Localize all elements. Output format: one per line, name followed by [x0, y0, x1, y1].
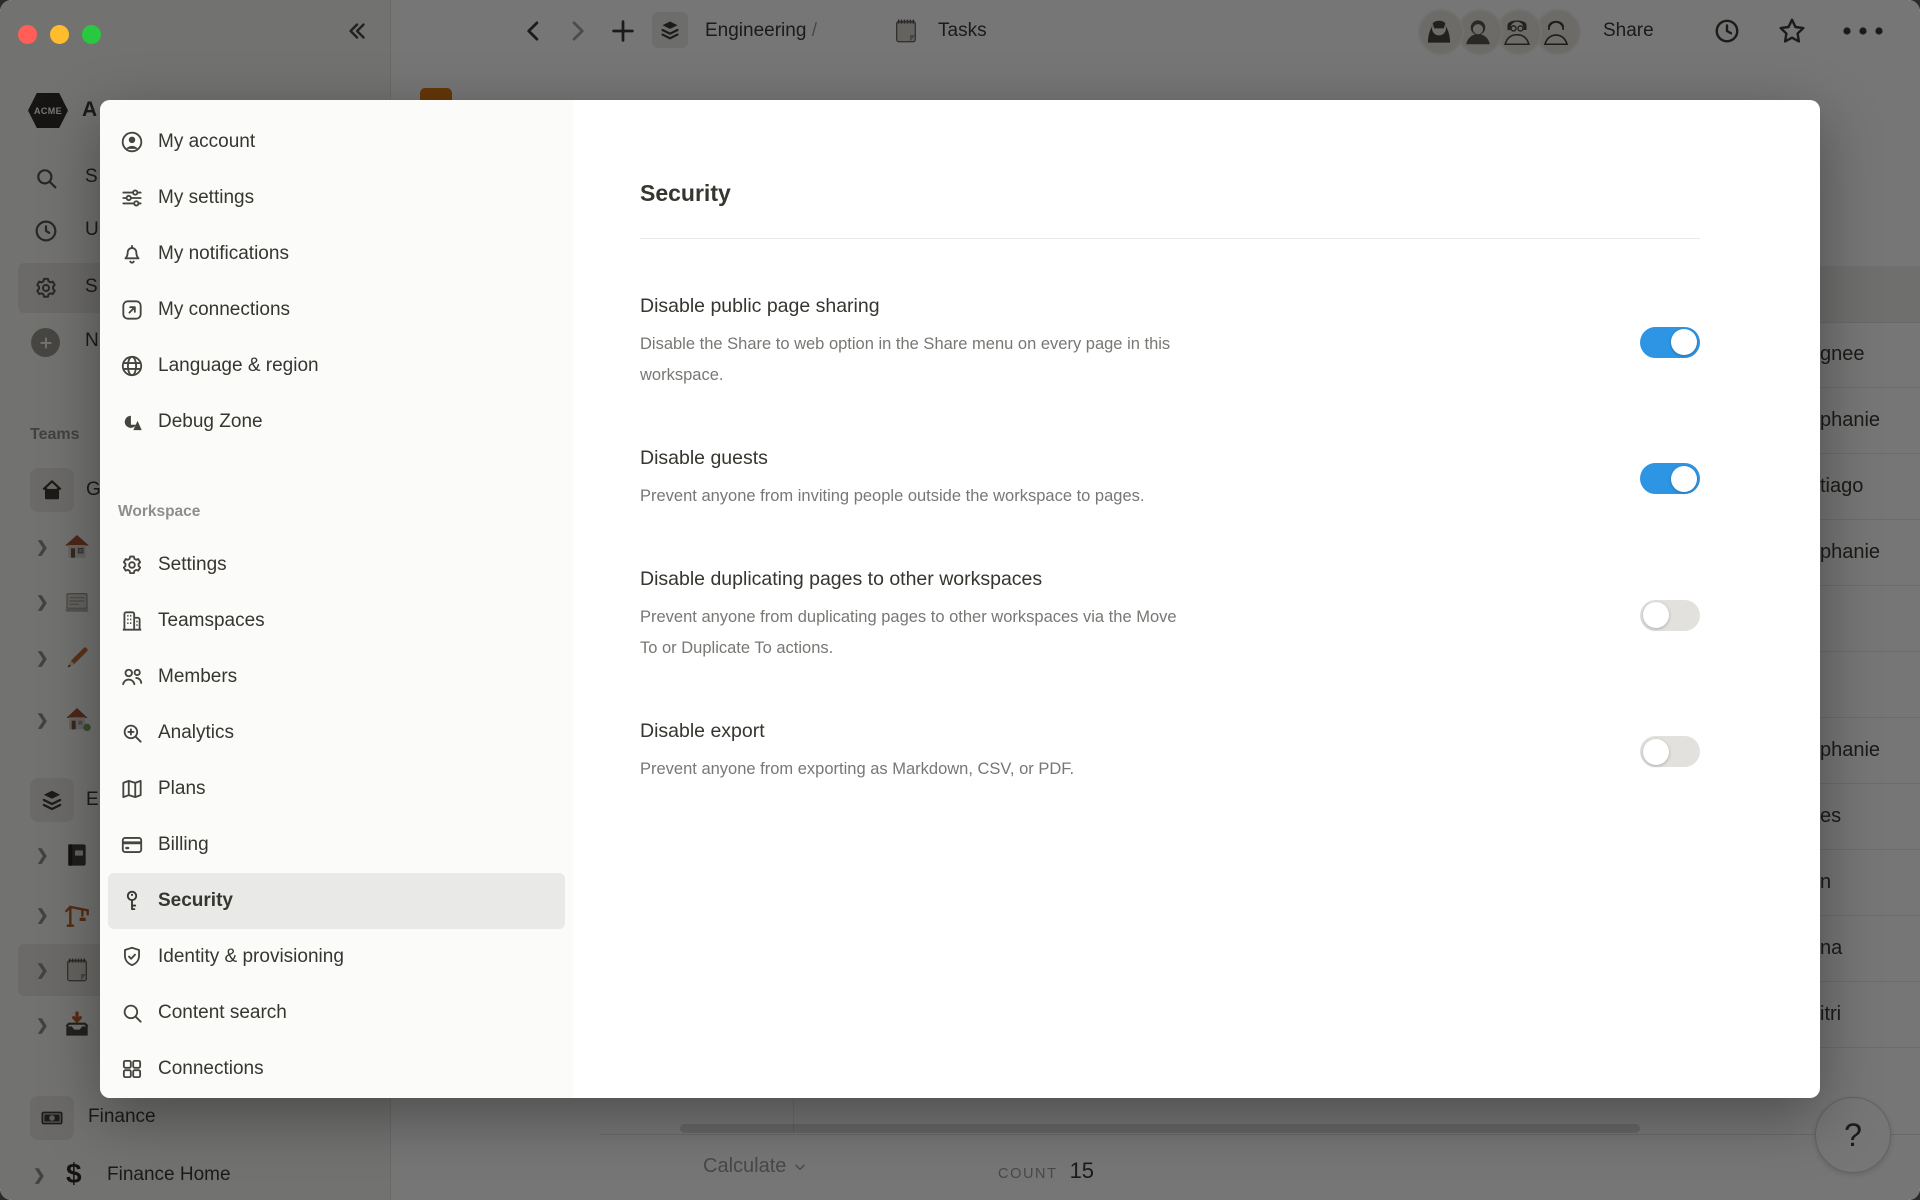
globe-icon: [118, 352, 146, 380]
setting-title: Disable public page sharing: [640, 293, 1200, 319]
notion-window: Engineering / Tasks Share ACME: [0, 0, 1920, 1200]
sidebar-item-analytics[interactable]: Analytics: [108, 705, 565, 761]
toggle-disable-duplicating[interactable]: [1640, 600, 1700, 631]
building-icon: [118, 607, 146, 635]
window-controls: [18, 25, 101, 44]
toggle-disable-guests[interactable]: [1640, 463, 1700, 494]
close-window-icon[interactable]: [18, 25, 37, 44]
zoom-window-icon[interactable]: [82, 25, 101, 44]
people-icon: [118, 663, 146, 691]
settings-modal: My account My settings My notifications …: [100, 100, 1820, 1098]
sidebar-item-teamspaces[interactable]: Teamspaces: [108, 593, 565, 649]
sidebar-item-members[interactable]: Members: [108, 649, 565, 705]
search-icon: [118, 999, 146, 1027]
setting-description: Prevent anyone from exporting as Markdow…: [640, 754, 1185, 785]
toggle-knob: [1671, 466, 1697, 492]
page-title: Security: [640, 180, 1700, 207]
setting-row-disable-guests: Disable guests Prevent anyone from invit…: [640, 445, 1700, 512]
shield-check-icon: [118, 943, 146, 971]
divider: [640, 238, 1700, 239]
setting-row-disable-duplicating: Disable duplicating pages to other works…: [640, 566, 1700, 664]
workspace-section-header: Workspace: [118, 498, 573, 526]
setting-description: Prevent anyone from inviting people outs…: [640, 481, 1185, 512]
toggle-knob: [1671, 329, 1697, 355]
sidebar-item-debug-zone[interactable]: Debug Zone: [108, 394, 565, 450]
sidebar-item-my-settings[interactable]: My settings: [108, 170, 565, 226]
sidebar-item-my-notifications[interactable]: My notifications: [108, 226, 565, 282]
shapes-icon: [118, 408, 146, 436]
grid-icon: [118, 1055, 146, 1083]
toggle-knob: [1643, 602, 1669, 628]
sidebar-item-settings[interactable]: Settings: [108, 537, 565, 593]
sidebar-item-security[interactable]: Security: [108, 873, 565, 929]
sidebar-item-my-account[interactable]: My account: [108, 114, 565, 170]
sidebar-item-plans[interactable]: Plans: [108, 761, 565, 817]
arrow-up-right-icon: [118, 296, 146, 324]
settings-modal-sidebar: My account My settings My notifications …: [100, 100, 573, 1098]
sidebar-item-identity-provisioning[interactable]: Identity & provisioning: [108, 929, 565, 985]
setting-title: Disable export: [640, 718, 1200, 744]
sidebar-item-my-connections[interactable]: My connections: [108, 282, 565, 338]
gear-icon: [118, 551, 146, 579]
key-icon: [118, 887, 146, 915]
toggle-disable-public-sharing[interactable]: [1640, 327, 1700, 358]
sidebar-item-language-region[interactable]: Language & region: [108, 338, 565, 394]
setting-description: Disable the Share to web option in the S…: [640, 329, 1185, 391]
setting-description: Prevent anyone from duplicating pages to…: [640, 602, 1185, 664]
setting-title: Disable duplicating pages to other works…: [640, 566, 1200, 592]
settings-modal-content: Security Disable public page sharing Dis…: [573, 100, 1820, 1098]
magnifier-sparkle-icon: [118, 719, 146, 747]
sliders-icon: [118, 184, 146, 212]
setting-title: Disable guests: [640, 445, 1200, 471]
map-icon: [118, 775, 146, 803]
bell-icon: [118, 240, 146, 268]
minimize-window-icon[interactable]: [50, 25, 69, 44]
toggle-disable-export[interactable]: [1640, 736, 1700, 767]
sidebar-item-connections[interactable]: Connections: [108, 1041, 565, 1097]
credit-card-icon: [118, 831, 146, 859]
toggle-knob: [1643, 739, 1669, 765]
setting-row-disable-export: Disable export Prevent anyone from expor…: [640, 718, 1700, 785]
person-circle-icon: [118, 128, 146, 156]
sidebar-item-content-search[interactable]: Content search: [108, 985, 565, 1041]
sidebar-item-billing[interactable]: Billing: [108, 817, 565, 873]
setting-row-disable-public-sharing: Disable public page sharing Disable the …: [640, 293, 1700, 391]
